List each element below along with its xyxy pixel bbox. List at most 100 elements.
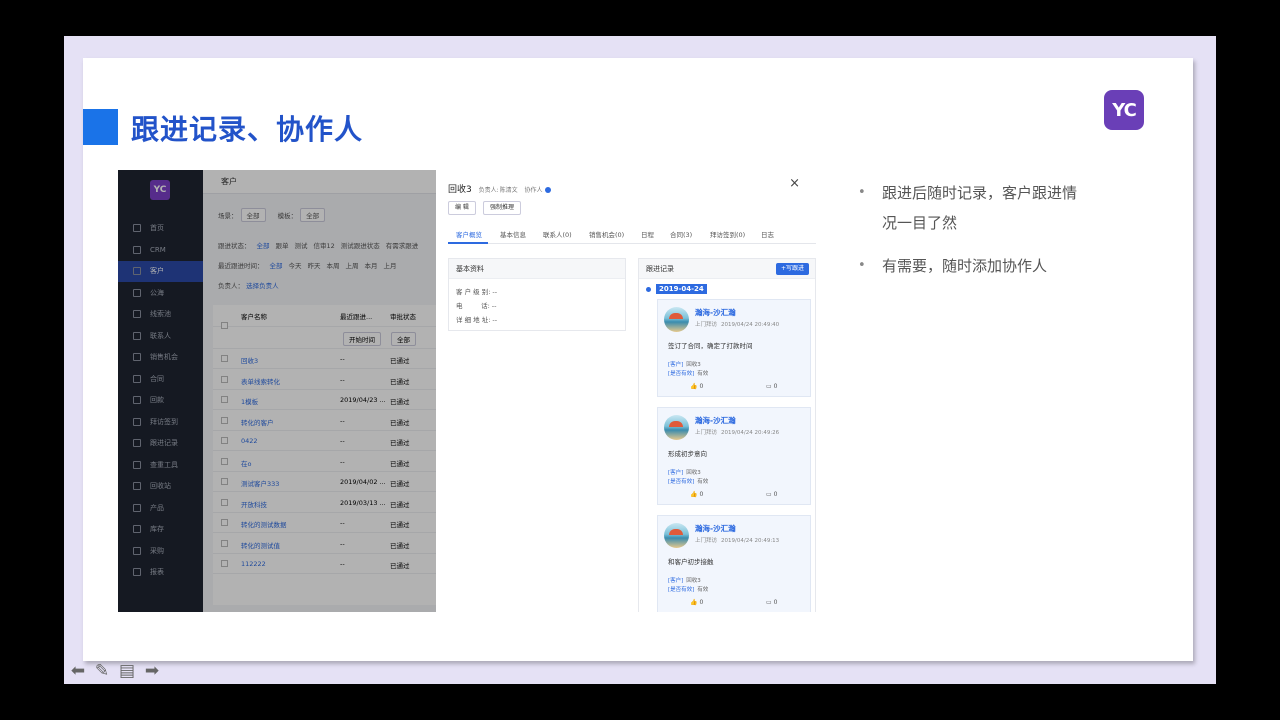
valid-tag-value: 有效 (697, 587, 709, 593)
followup-type: 上门拜访 (695, 430, 718, 436)
menu-icon[interactable]: ▤ (116, 660, 138, 682)
valid-tag-label: [是否有效] (668, 371, 695, 377)
field-key: 客 户 级 别: (456, 288, 491, 296)
customer-tag: [客户] 回收3 (668, 576, 701, 584)
customer-tag: [客户] 回收3 (668, 360, 701, 368)
comment-count: 0 (773, 599, 778, 606)
tab-item[interactable]: 销售机会(0) (589, 229, 624, 239)
next-arrow-icon[interactable]: ➡ (141, 660, 163, 682)
like-count: 0 (699, 491, 704, 498)
bullet-list: • 跟进后随时记录，客户跟进情况一目了然 • 有需要，随时添加协作人 (858, 178, 1088, 281)
followup-entry: 瀚海-沙汇瀚上门拜访 2019/04/24 20:49:13 和客户初步接触 [客户]… (657, 515, 811, 612)
comment-count: 0 (773, 491, 778, 498)
field-value: -- (491, 302, 497, 310)
followup-type: 上门拜访 (695, 322, 718, 328)
customer-tag-value: 回收3 (686, 470, 701, 476)
owner-name[interactable]: 陈清文 (500, 187, 518, 194)
followup-content: 和客户初步接触 (668, 558, 714, 566)
customer-tag: [客户] 回收3 (668, 468, 701, 476)
avatar[interactable] (664, 415, 689, 440)
tab-item[interactable]: 合同(3) (670, 229, 692, 239)
comment-button[interactable]: ▭ 0 (766, 383, 778, 390)
timeline-date: 2019-04-24 (656, 284, 707, 294)
bullet-dot-icon: • (858, 258, 866, 273)
followup-time: 2019/04/24 20:49:40 (721, 322, 780, 328)
like-button[interactable]: 👍 0 (690, 491, 703, 498)
prev-arrow-icon[interactable]: ⬅ (67, 660, 89, 682)
title-accent-bar (83, 109, 118, 145)
tab-item[interactable]: 基本信息 (500, 229, 526, 239)
followup-card: 跟进记录 +写跟进 2019-04-24 瀚海-沙汇瀚 上门拜访 2019/04/2… (638, 258, 816, 612)
avatar[interactable] (664, 307, 689, 332)
customer-tag-label[interactable]: [客户] (668, 470, 683, 476)
field-value: -- (492, 316, 498, 324)
bullet-dot-icon: • (858, 185, 866, 200)
brand-logo: YC (1104, 90, 1144, 130)
like-count: 0 (699, 599, 704, 606)
followup-entry: 瀚海-沙汇瀚上门拜访 2019/04/24 20:49:40 签订了合同，确定了打款… (657, 299, 811, 397)
add-collaborator-icon[interactable] (545, 186, 552, 193)
thumbs-up-icon: 👍 (690, 491, 698, 498)
collaborator-label: 协作人 (524, 187, 543, 194)
customer-tag-label[interactable]: [客户] (668, 578, 683, 584)
pen-icon[interactable]: ✎ (91, 660, 113, 682)
comment-button[interactable]: ▭ 0 (766, 599, 778, 606)
field-key: 电 话: (456, 302, 490, 310)
entry-meta: 上门拜访 2019/04/24 20:49:40 (695, 320, 779, 328)
detail-tabs: 客户概览 基本信息 联系人(0) 销售机会(0) 日程 合同(3) 拜访签到(0) 日志 (448, 224, 816, 244)
crm-list-view: YC 首页 CRM 客户 公海 线索池 联系人 销售机会 合同 回款 拜访签到 跟进记录 查重工具 回收… (118, 170, 436, 612)
basic-info-card: 基本资料 客 户 级 别: -- 电 话: -- 详 细 地 址: -- (448, 258, 626, 331)
comment-icon: ▭ (766, 383, 772, 390)
valid-tag: [是否有效] 有效 (668, 585, 708, 593)
valid-tag-label: [是否有效] (668, 587, 695, 593)
owner-label: 负责人: (478, 187, 499, 194)
edit-button[interactable]: 编 辑 (448, 201, 476, 215)
close-button[interactable]: × (789, 176, 800, 191)
force-button[interactable]: 强制推理 (483, 201, 522, 215)
customer-tag-value: 回收3 (686, 362, 701, 368)
followup-content: 形成初步意向 (668, 450, 707, 458)
bullet-text: 跟进后随时记录，客户跟进情况一目了然 (882, 184, 1078, 232)
tab-item[interactable]: 日程 (641, 229, 654, 239)
like-button[interactable]: 👍 0 (690, 599, 703, 606)
modal-overlay[interactable] (118, 170, 436, 612)
tab-item[interactable]: 客户概览 (456, 229, 482, 239)
avatar[interactable] (664, 523, 689, 548)
valid-tag-label: [是否有效] (668, 479, 695, 485)
customer-tag-value: 回收3 (686, 578, 701, 584)
basic-field: 详 细 地 址: -- (456, 314, 497, 324)
timeline-dot (646, 287, 651, 292)
entry-meta: 上门拜访 2019/04/24 20:49:26 (695, 428, 779, 436)
tab-item[interactable]: 联系人(0) (543, 229, 572, 239)
thumbs-up-icon: 👍 (690, 599, 698, 606)
customer-detail-panel: 回收3 负责人:陈清文 协作人 × 编 辑 强制推理 客户概览 基本信息 联系人(0… (436, 170, 818, 612)
author-name[interactable]: 瀚海-沙汇瀚 (695, 523, 736, 534)
customer-tag-label[interactable]: [客户] (668, 362, 683, 368)
slide-title: 跟进记录、协作人 (131, 113, 364, 146)
add-followup-button[interactable]: +写跟进 (775, 263, 809, 275)
slideshow-nav: ⬅ ✎ ▤ ➡ (67, 660, 167, 682)
comment-button[interactable]: ▭ 0 (766, 491, 778, 498)
followup-type: 上门拜访 (695, 538, 718, 544)
followup-content: 签订了合同，确定了打款时间 (668, 342, 753, 350)
basic-field: 电 话: -- (456, 300, 497, 310)
like-button[interactable]: 👍 0 (690, 383, 703, 390)
author-name[interactable]: 瀚海-沙汇瀚 (695, 415, 736, 426)
field-value: -- (492, 288, 498, 296)
tab-item[interactable]: 日志 (761, 229, 774, 239)
comment-icon: ▭ (766, 599, 772, 606)
customer-title: 回收3 (448, 185, 472, 195)
author-name[interactable]: 瀚海-沙汇瀚 (695, 307, 736, 318)
panel-header: 回收3 负责人:陈清文 协作人 (448, 182, 552, 195)
bullet-item: • 有需要，随时添加协作人 (858, 251, 1088, 281)
valid-tag: [是否有效] 有效 (668, 369, 708, 377)
followup-entry: 瀚海-沙汇瀚上门拜访 2019/04/24 20:49:26 形成初步意向 [客户] 回… (657, 407, 811, 505)
tab-item[interactable]: 拜访签到(0) (710, 229, 745, 239)
followup-time: 2019/04/24 20:49:26 (721, 430, 780, 436)
like-count: 0 (699, 383, 704, 390)
app-screenshot: YC 首页 CRM 客户 公海 线索池 联系人 销售机会 合同 回款 拜访签到 跟进记录 查重工具 回收… (118, 170, 818, 612)
thumbs-up-icon: 👍 (690, 383, 698, 390)
entry-meta: 上门拜访 2019/04/24 20:49:13 (695, 536, 779, 544)
comment-icon: ▭ (766, 491, 772, 498)
valid-tag-value: 有效 (697, 479, 709, 485)
